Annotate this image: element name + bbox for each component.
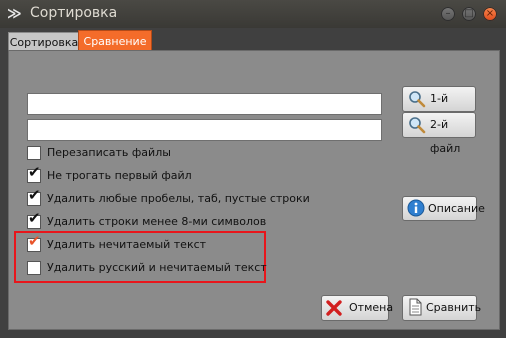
option-label: Удалить нечитаемый текст	[47, 238, 207, 251]
checkbox[interactable]	[27, 146, 41, 160]
description-label: Описание	[428, 202, 485, 215]
minimize-button[interactable]: –	[441, 7, 455, 21]
compare-label: Сравнить	[426, 301, 482, 314]
checkmark-icon: ✔	[28, 209, 41, 227]
cancel-button[interactable]: Отмена	[321, 295, 393, 321]
window-client-area: Сортировка Сравнение 1-й файл 2-й файл П…	[0, 28, 506, 338]
magnifier-icon	[409, 91, 426, 108]
checkmark-icon: ✔	[28, 163, 41, 181]
tab-compare[interactable]: Сравнение	[78, 30, 152, 52]
checkbox[interactable]: ✔	[27, 165, 41, 183]
checkmark-icon: ✔	[28, 232, 41, 250]
red-x-icon	[326, 300, 342, 316]
close-button[interactable]: ×	[483, 7, 497, 21]
option-label: Перезаписать файлы	[47, 146, 171, 159]
window-title: Сортировка	[30, 5, 118, 21]
description-button[interactable]: Описание	[402, 196, 485, 221]
checkbox[interactable]	[27, 261, 41, 275]
browse-file1-button[interactable]: 1-й файл	[402, 86, 476, 129]
checkmark-icon: ✔	[28, 186, 41, 204]
browse-file2-button[interactable]: 2-й файл	[402, 112, 476, 155]
checkbox[interactable]: ✔	[27, 211, 41, 229]
browse-file2-label: 2-й файл	[430, 118, 461, 155]
app-icon: ≫	[7, 6, 22, 22]
magnifier-icon	[409, 117, 426, 134]
tab-sorting[interactable]: Сортировка	[8, 32, 80, 52]
file1-path-field[interactable]	[27, 93, 382, 115]
option-label: Удалить любые пробелы, таб, пустые строк…	[47, 192, 310, 205]
maximize-button[interactable]: □	[462, 7, 476, 21]
option-label: Не трогать первый файл	[47, 169, 192, 182]
checkbox[interactable]: ✔	[27, 188, 41, 206]
cancel-label: Отмена	[349, 301, 394, 314]
info-icon	[407, 199, 425, 217]
option-label: Удалить строки менее 8-ми символов	[47, 215, 267, 228]
compare-button[interactable]: Сравнить	[402, 295, 481, 321]
compare-panel: 1-й файл 2-й файл Перезаписать файлы ✔ Н…	[8, 50, 500, 330]
option-label: Удалить русский и нечитаемый текст	[47, 261, 267, 274]
checkbox[interactable]: ✔	[27, 234, 41, 252]
title-bar: ≫ Сортировка – □ ×	[0, 0, 506, 28]
file2-path-field[interactable]	[27, 119, 382, 141]
document-icon	[409, 298, 422, 316]
